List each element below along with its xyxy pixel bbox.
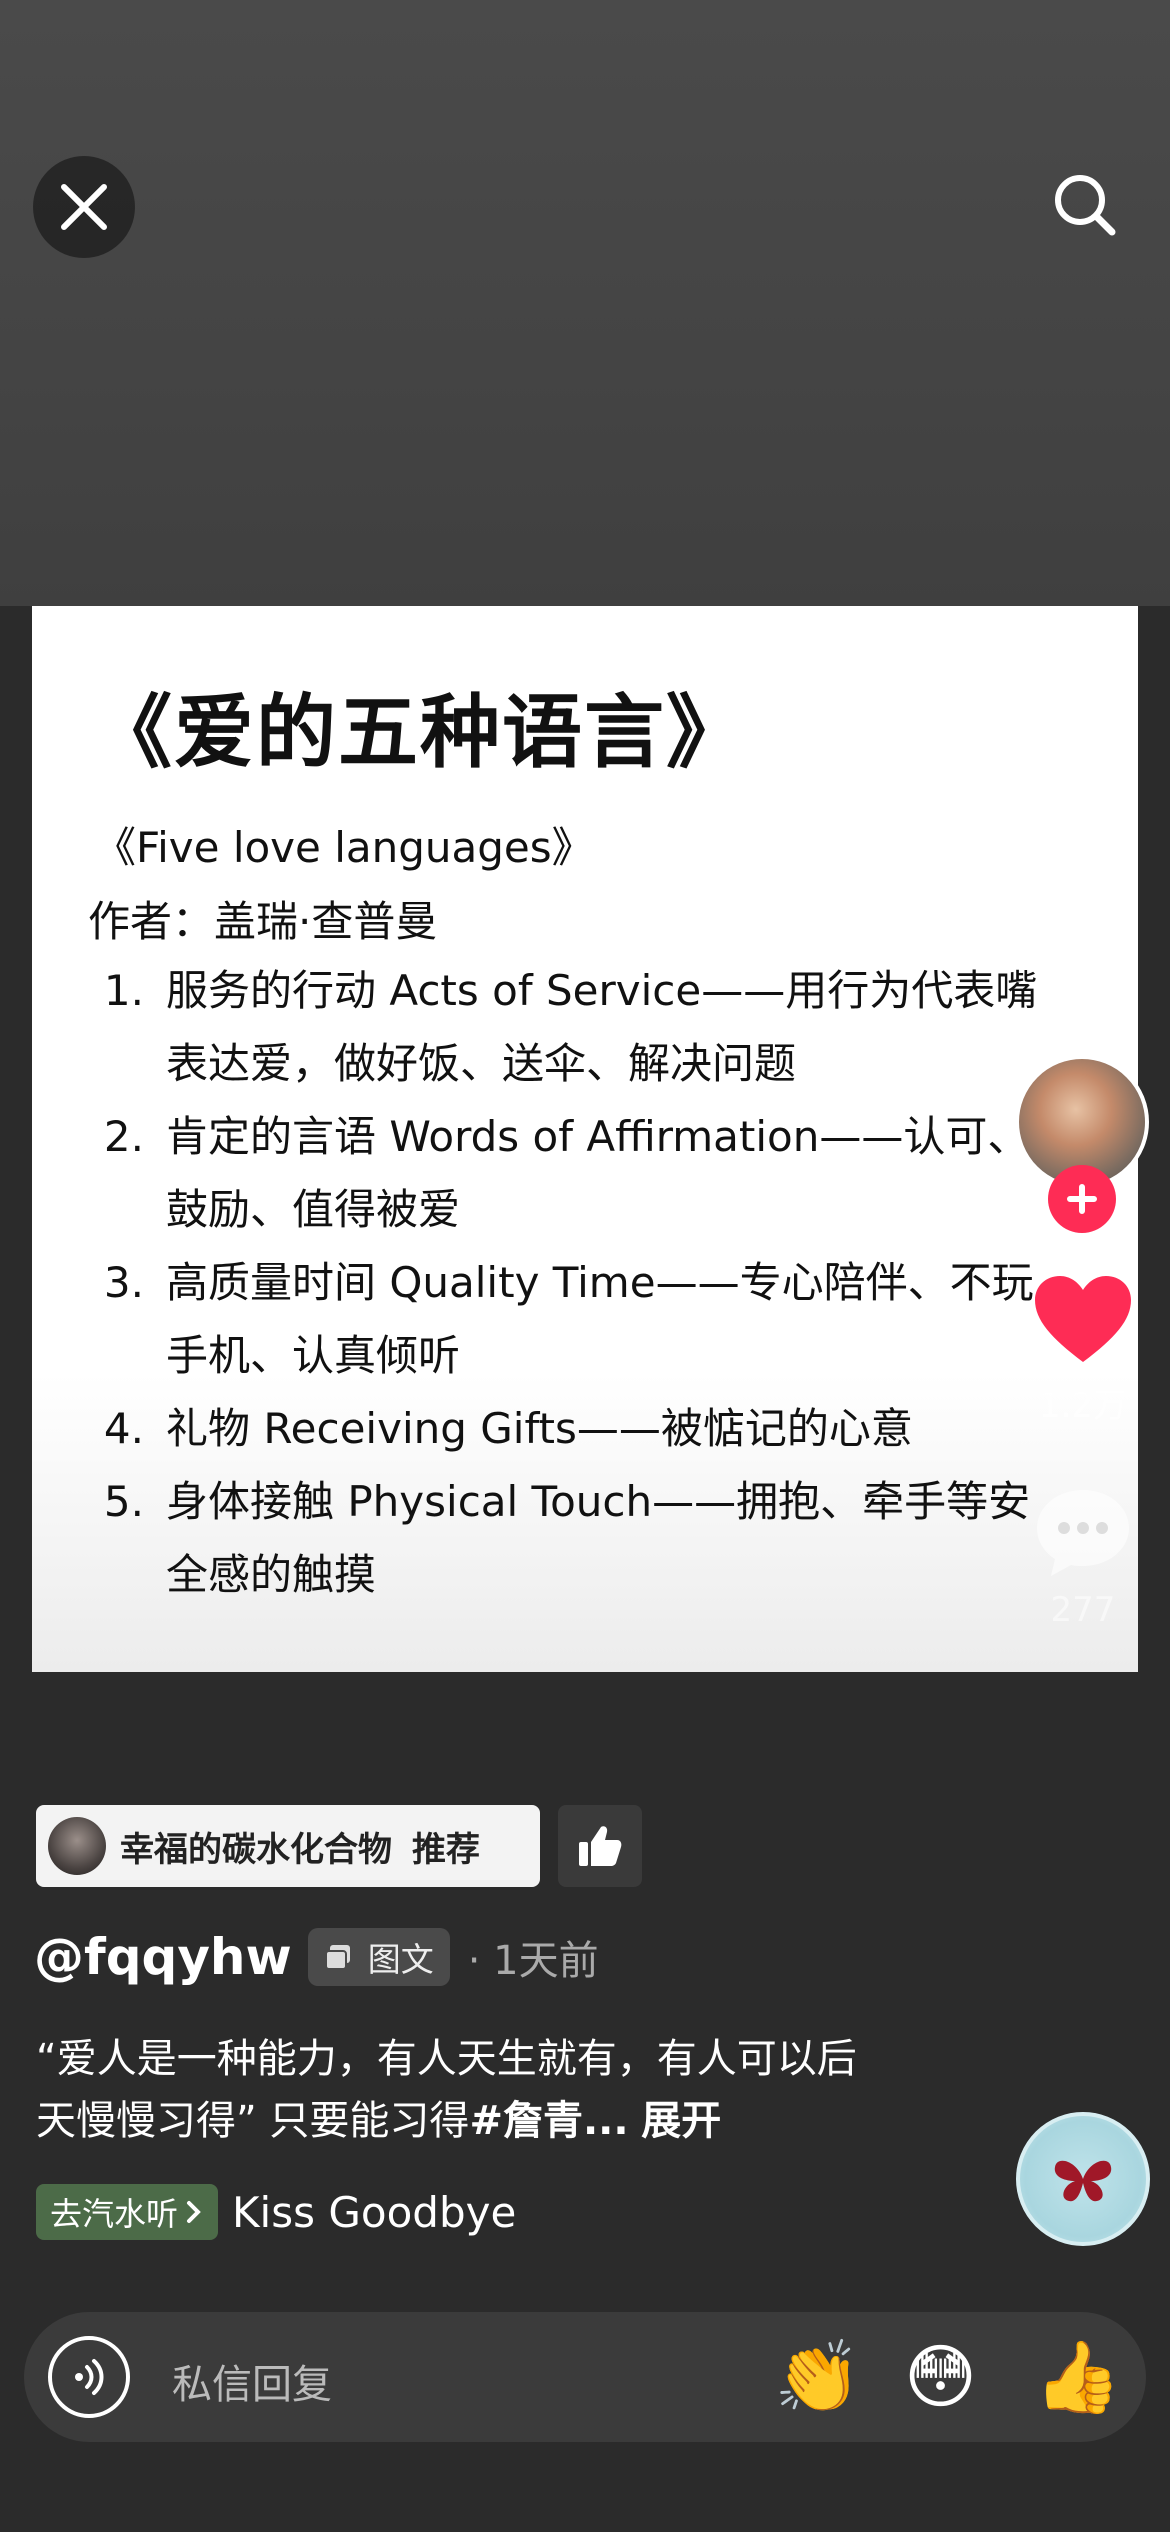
expand-caption-button[interactable]: 展开 [641, 2098, 721, 2144]
list-item-text: 高质量时间 Quality Time——专心陪伴、不玩手机、认真倾听 [166, 1258, 1034, 1380]
author-username[interactable]: @fqqyhw [34, 1928, 292, 1986]
post-type-tag: 图文 [307, 1928, 450, 1986]
reply-bar[interactable]: 私信回复 👏 😳 👍 [24, 2312, 1146, 2442]
follow-button[interactable] [1048, 1165, 1116, 1233]
post-time: · 1天前 [467, 1938, 599, 1984]
voice-input-button[interactable] [48, 2336, 130, 2418]
clap-emoji-button[interactable]: 👏 [774, 2332, 861, 2422]
love-language-list: 1. 服务的行动 Acts of Service——用行为代表嘴表达爱，做好饭、送… [88, 954, 1068, 1611]
thumbs-up-icon [579, 1826, 622, 1866]
recommender-avatar [48, 1817, 106, 1875]
list-item-text: 礼物 Receiving Gifts——被惦记的心意 [166, 1404, 913, 1453]
list-item: 3. 高质量时间 Quality Time——专心陪伴、不玩手机、认真倾听 [88, 1246, 1068, 1392]
recommend-label: 推荐 [412, 1829, 480, 1870]
list-item: 4. 礼物 Receiving Gifts——被惦记的心意 [88, 1392, 1068, 1465]
list-item-number: 1. [103, 966, 144, 1015]
heart-icon [1035, 1276, 1131, 1362]
list-item-number: 2. [103, 1112, 144, 1161]
recommend-bar[interactable]: 幸福的碳水化合物 推荐 [36, 1805, 540, 1887]
list-item-number: 3. [103, 1258, 144, 1307]
list-item-number: 5. [103, 1477, 144, 1526]
post-caption[interactable]: “爱人是一种能力，有人天生就有，有人可以后天慢慢习得” 只要能习得#詹青... … [36, 2028, 896, 2152]
butterfly-icon [1054, 2160, 1112, 2202]
list-item-text: 身体接触 Physical Touch——拥抱、牵手等安全感的触摸 [166, 1477, 1031, 1599]
music-name: Kiss Goodbye [232, 2187, 517, 2237]
like-count: 1.2万 [1038, 1386, 1128, 1426]
post-type-label: 图文 [367, 1940, 434, 1979]
list-item-number: 4. [103, 1404, 144, 1453]
open-in-music-app-tag[interactable]: 去汽水听 [36, 2184, 219, 2240]
close-icon [61, 184, 107, 230]
comment-icon [1037, 1490, 1129, 1576]
close-button[interactable] [33, 156, 135, 258]
list-item: 2. 肯定的言语 Words of Affirmation——认可、鼓励、值得被爱 [88, 1100, 1068, 1246]
post-author: 作者：盖瑞·查普曼 [88, 897, 438, 946]
music-tag-label: 去汽水听 [50, 2195, 179, 2233]
music-disc[interactable] [1016, 2112, 1150, 2246]
recommender-name: 幸福的碳水化合物 [120, 1829, 392, 1870]
comment-button[interactable]: 277 [1023, 1484, 1143, 1630]
home-indicator-area [0, 2442, 1170, 2532]
author-meta-row: @fqqyhw 图文 · 1天前 [34, 1928, 599, 1986]
post-subtitle: 《Five love languages》 [94, 823, 594, 872]
thumbs-up-emoji-button[interactable]: 👍 [1034, 2332, 1121, 2422]
list-item-text: 肯定的言语 Words of Affirmation——认可、鼓励、值得被爱 [166, 1112, 1030, 1234]
recommend-thumb-button[interactable] [558, 1805, 642, 1887]
search-icon [1055, 175, 1116, 236]
caption-text: “爱人是一种能力，有人天生就有，有人可以后天慢慢习得” 只要能习得 [36, 2036, 857, 2144]
list-item: 5. 身体接触 Physical Touch——拥抱、牵手等安全感的触摸 [88, 1465, 1068, 1611]
music-row[interactable]: 去汽水听 Kiss Goodbye [36, 2184, 516, 2240]
reply-input[interactable]: 私信回复 [172, 2352, 332, 2410]
post-image-card[interactable]: 《爱的五种语言》 《Five love languages》 作者：盖瑞·查普曼… [32, 606, 1138, 1672]
comment-count: 277 [1050, 1590, 1116, 1630]
post-title: 《爱的五种语言》 [92, 686, 748, 779]
image-text-icon [324, 1945, 350, 1970]
search-button[interactable] [1040, 160, 1130, 250]
top-backdrop [0, 0, 1170, 606]
list-item-text: 服务的行动 Acts of Service——用行为代表嘴表达爱，做好饭、送伞、… [166, 966, 1038, 1088]
chevron-right-icon [187, 2201, 201, 2223]
caption-hashtag[interactable]: #詹青... [469, 2098, 628, 2144]
like-button[interactable]: 1.2万 [1023, 1272, 1143, 1427]
flushed-emoji-button[interactable]: 😳 [904, 2332, 977, 2422]
list-item: 1. 服务的行动 Acts of Service——用行为代表嘴表达爱，做好饭、送… [88, 954, 1068, 1100]
voice-icon [75, 2359, 104, 2395]
plus-icon [1067, 1184, 1097, 1214]
